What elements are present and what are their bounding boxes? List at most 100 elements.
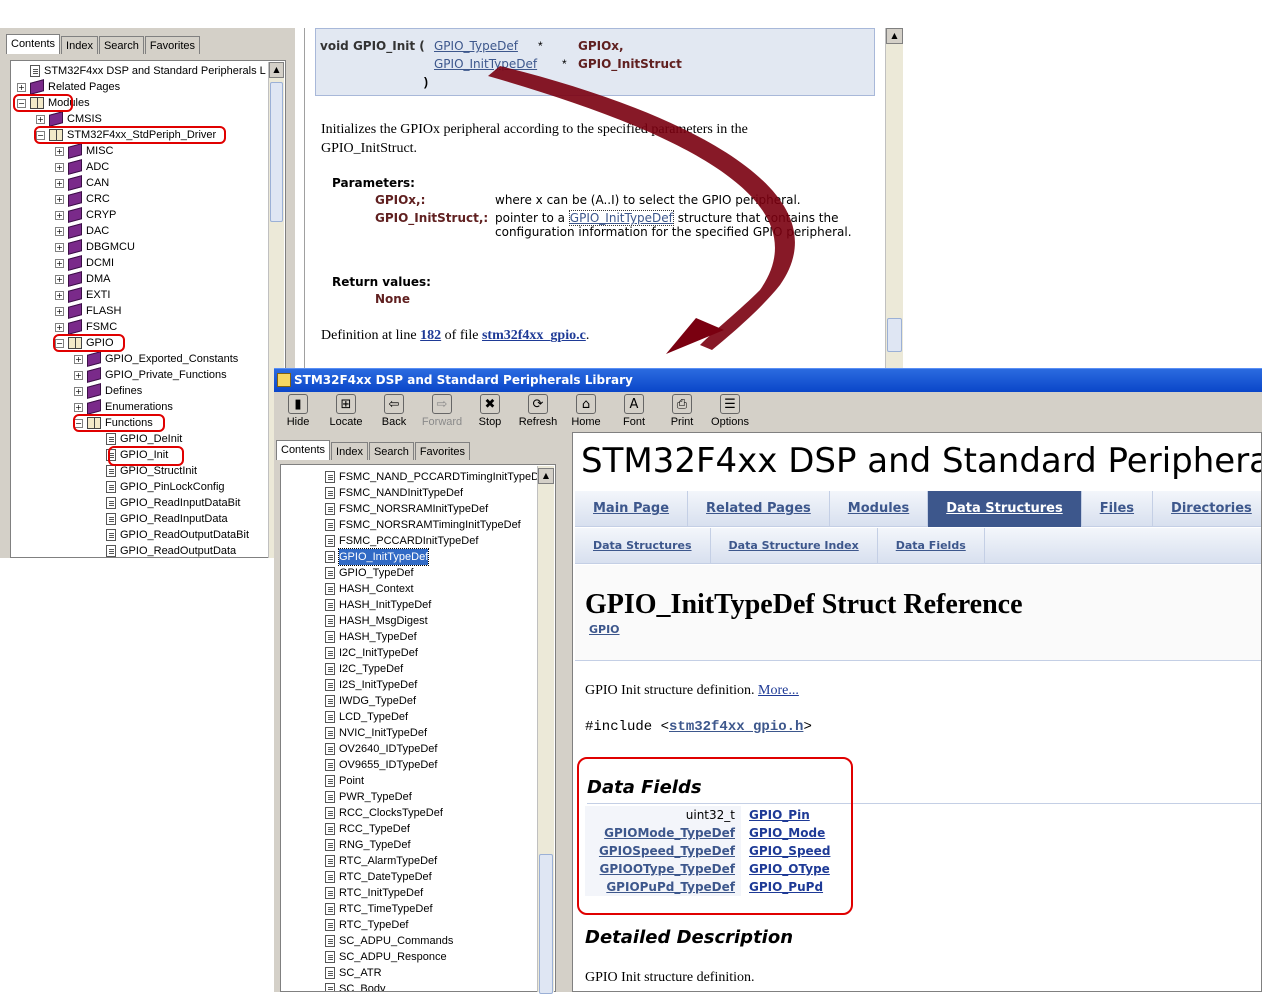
- tree-item[interactable]: + DMA: [55, 271, 110, 287]
- sig-inittype-link[interactable]: GPIO_InitTypeDef: [434, 57, 537, 71]
- expand-icon[interactable]: +: [55, 258, 64, 268]
- tree-item[interactable]: + Defines: [74, 383, 142, 399]
- expand-icon[interactable]: +: [55, 146, 64, 156]
- tab-favorites[interactable]: Favorites: [144, 36, 201, 54]
- structure-item[interactable]: IWDG_TypeDef: [325, 693, 416, 709]
- toolbar-button[interactable]: ⌂ Home: [562, 394, 610, 432]
- structure-item[interactable]: FSMC_PCCARDInitTypeDef: [325, 533, 478, 549]
- structure-item[interactable]: HASH_TypeDef: [325, 629, 417, 645]
- sub-nav-tab[interactable]: Data Structures: [575, 528, 711, 564]
- structure-item[interactable]: RTC_TimeTypeDef: [325, 901, 433, 917]
- toolbar-button[interactable]: ▮ Hide: [274, 394, 322, 432]
- expand-icon[interactable]: +: [74, 370, 83, 380]
- structure-item[interactable]: SC_ATR: [325, 965, 382, 981]
- tab-contents[interactable]: Contents: [6, 34, 61, 54]
- structure-item[interactable]: Point: [325, 773, 364, 789]
- doc-scroll-up-icon[interactable]: ▲: [886, 28, 903, 44]
- expand-icon[interactable]: +: [55, 226, 64, 236]
- structure-item[interactable]: NVIC_InitTypeDef: [325, 725, 427, 741]
- tab-index[interactable]: Index: [61, 36, 98, 54]
- tree-scroll-thumb[interactable]: [539, 854, 553, 994]
- tree-item[interactable]: GPIO_ReadOutputData: [93, 543, 236, 557]
- main-tree-scrollbar[interactable]: ▲: [537, 466, 554, 994]
- expand-icon[interactable]: +: [74, 402, 83, 412]
- tree-item[interactable]: + GPIO_Private_Functions: [74, 367, 227, 383]
- tree-item[interactable]: GPIO_DeInit: [93, 431, 182, 447]
- tree-item[interactable]: + FSMC: [55, 319, 117, 335]
- include-file-link[interactable]: stm32f4xx_gpio.h: [669, 719, 803, 735]
- tree-item[interactable]: + Related Pages: [17, 79, 120, 95]
- param2-link[interactable]: GPIO_InitTypeDef: [568, 210, 674, 226]
- expand-icon[interactable]: +: [55, 210, 64, 220]
- nav-tab[interactable]: Data Structures: [928, 491, 1082, 527]
- structure-item[interactable]: I2S_InitTypeDef: [325, 677, 417, 693]
- def-line-link[interactable]: 182: [420, 328, 441, 343]
- structure-item[interactable]: GPIO_InitTypeDef: [325, 548, 430, 566]
- tree-item[interactable]: GPIO_ReadInputData: [93, 511, 228, 527]
- doc-scrollbar[interactable]: ▲: [885, 28, 903, 370]
- structure-item[interactable]: I2C_TypeDef: [325, 661, 403, 677]
- structure-item[interactable]: FSMC_NORSRAMTimingInitTypeDef: [325, 517, 521, 533]
- structure-item[interactable]: FSMC_NAND_PCCARDTimingInitTypeDef: [325, 469, 548, 485]
- structure-item[interactable]: PWR_TypeDef: [325, 789, 412, 805]
- structure-item[interactable]: OV9655_IDTypeDef: [325, 757, 437, 773]
- tree-item[interactable]: GPIO_PinLockConfig: [93, 479, 225, 495]
- tree-item[interactable]: GPIO_ReadOutputDataBit: [93, 527, 249, 543]
- nav-tab[interactable]: Modules: [830, 491, 929, 527]
- structure-item[interactable]: FSMC_NANDInitTypeDef: [325, 485, 463, 501]
- structure-item[interactable]: RTC_DateTypeDef: [325, 869, 432, 885]
- structure-item[interactable]: RTC_TypeDef: [325, 917, 409, 933]
- toolbar-button[interactable]: ⎙ Print: [658, 394, 706, 432]
- tree-item[interactable]: + Enumerations: [74, 399, 173, 415]
- sub-nav-tab[interactable]: Data Fields: [878, 528, 985, 564]
- expand-icon[interactable]: +: [74, 354, 83, 364]
- structure-item[interactable]: LCD_TypeDef: [325, 709, 408, 725]
- expand-icon[interactable]: +: [55, 274, 64, 284]
- structure-item[interactable]: GPIO_TypeDef: [325, 565, 414, 581]
- structure-item[interactable]: OV2640_IDTypeDef: [325, 741, 437, 757]
- tree-item[interactable]: + FLASH: [55, 303, 121, 319]
- tab-search-2[interactable]: Search: [368, 442, 414, 460]
- expand-icon[interactable]: +: [55, 194, 64, 204]
- tab-search[interactable]: Search: [98, 36, 144, 54]
- toolbar-button[interactable]: ⇨ Forward: [418, 394, 466, 432]
- sub-nav-tab[interactable]: Data Structure Index: [711, 528, 878, 564]
- structure-item[interactable]: FSMC_NORSRAMInitTypeDef: [325, 501, 488, 517]
- expand-icon[interactable]: +: [55, 306, 64, 316]
- structure-item[interactable]: RTC_AlarmTypeDef: [325, 853, 437, 869]
- group-link[interactable]: GPIO: [589, 623, 620, 636]
- tree-item[interactable]: + CMSIS: [36, 111, 102, 127]
- tab-contents-2[interactable]: Contents: [276, 440, 331, 460]
- nav-tab[interactable]: Main Page: [575, 491, 689, 527]
- nav-tab[interactable]: Related Pages: [688, 491, 830, 527]
- structure-item[interactable]: HASH_InitTypeDef: [325, 597, 431, 613]
- toolbar-button[interactable]: ✖ Stop: [466, 394, 514, 432]
- structure-item[interactable]: SC_Body: [325, 981, 385, 991]
- expand-icon[interactable]: +: [55, 178, 64, 188]
- tab-favorites-2[interactable]: Favorites: [414, 442, 471, 460]
- toolbar-button[interactable]: ⇦ Back: [370, 394, 418, 432]
- tree-item[interactable]: + CAN: [55, 175, 109, 191]
- tree-item[interactable]: + CRYP: [55, 207, 116, 223]
- structure-item[interactable]: RNG_TypeDef: [325, 837, 411, 853]
- structure-item[interactable]: SC_ADPU_Responce: [325, 949, 447, 965]
- structure-item[interactable]: RTC_InitTypeDef: [325, 885, 423, 901]
- def-file-link[interactable]: stm32f4xx_gpio.c: [482, 328, 586, 343]
- tree-scroll-up-icon[interactable]: ▲: [538, 468, 554, 484]
- expand-icon[interactable]: +: [55, 242, 64, 252]
- structure-item[interactable]: HASH_Context: [325, 581, 414, 597]
- tree-item[interactable]: + ADC: [55, 159, 109, 175]
- nav-tab[interactable]: Directories: [1153, 491, 1261, 527]
- tree-item[interactable]: + CRC: [55, 191, 110, 207]
- toolbar-button[interactable]: ⊞ Locate: [322, 394, 370, 432]
- sig-type-link[interactable]: GPIO_TypeDef: [434, 39, 518, 53]
- scroll-up-icon[interactable]: ▲: [269, 62, 284, 78]
- tree-item[interactable]: GPIO_ReadInputDataBit: [93, 495, 240, 511]
- expand-icon[interactable]: +: [55, 290, 64, 300]
- tree-item[interactable]: + EXTI: [55, 287, 110, 303]
- expand-icon[interactable]: +: [55, 322, 64, 332]
- expand-icon[interactable]: +: [74, 386, 83, 396]
- tree-item[interactable]: + GPIO_Exported_Constants: [74, 351, 238, 367]
- structure-item[interactable]: RCC_TypeDef: [325, 821, 410, 837]
- expand-icon[interactable]: +: [17, 82, 26, 92]
